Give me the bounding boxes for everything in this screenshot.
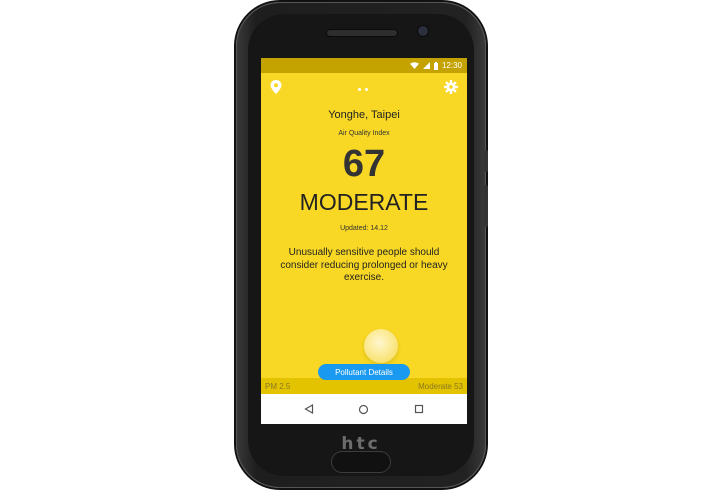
navigation-bar [261,394,467,424]
air-quality-app: Yonghe, Taipei Air Quality Index 67 MODE… [261,73,467,394]
gear-icon[interactable] [444,80,458,94]
pollutant-name: PM 2.5 [265,381,291,391]
wifi-icon [409,62,419,69]
phone-screen: 12:30 Yonghe, Taipei Air Quality Index 6… [261,58,467,424]
updated-time: Updated: 14.12 [340,225,388,232]
hardware-home-button[interactable] [332,452,390,472]
pollutant-details-button[interactable]: Pollutant Details [318,364,410,380]
health-advice: Unusually sensitive people should consid… [280,247,448,283]
earpiece-speaker [326,29,398,37]
front-camera [418,26,428,36]
page-dot [358,88,361,91]
brand-logo: htc [341,434,381,454]
location-pin-icon[interactable] [270,80,282,94]
status-bar: 12:30 [261,58,467,73]
aqi-value: 67 [342,143,386,185]
signal-icon [422,62,430,69]
battery-icon [433,61,438,70]
swipe-orb[interactable] [364,329,398,363]
location-title: Yonghe, Taipei [328,109,400,121]
recents-icon[interactable] [411,401,427,417]
pollutant-level: Moderate 53 [418,381,463,391]
aqi-label: Air Quality Index [338,130,390,137]
back-icon[interactable] [301,401,317,417]
volume-button[interactable] [484,185,488,227]
page-dot [365,88,368,91]
aqi-status: MODERATE [299,189,429,215]
pollutant-summary-bar: PM 2.5 Moderate 53 [261,378,467,394]
clock: 12:30 [441,61,462,70]
power-button[interactable] [484,150,488,172]
home-icon[interactable] [356,401,372,417]
page-indicator [358,88,368,91]
